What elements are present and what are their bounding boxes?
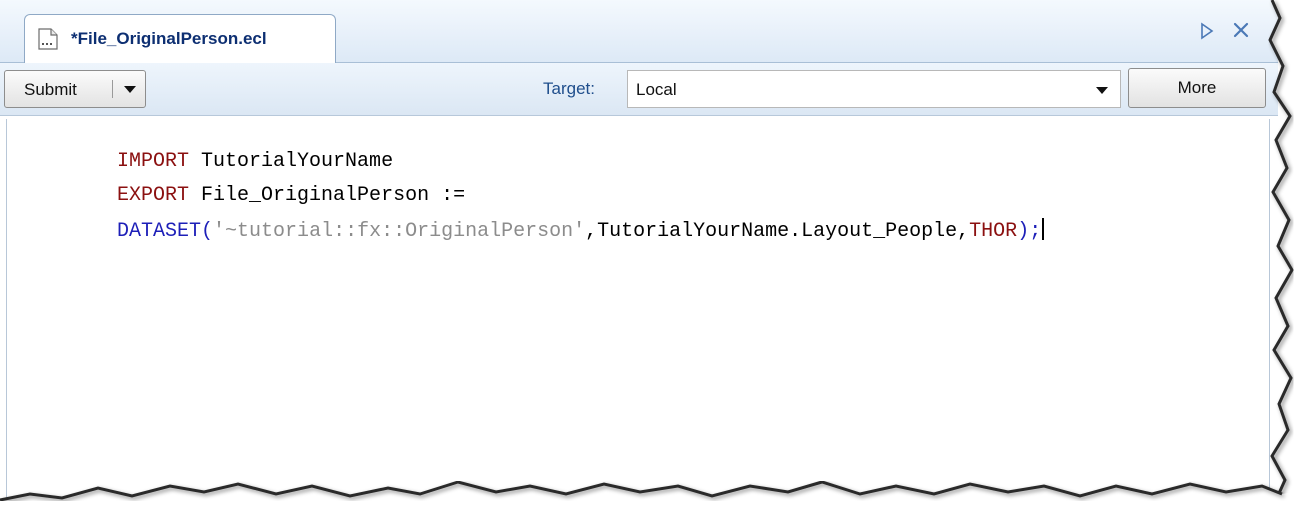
more-button[interactable]: More bbox=[1128, 68, 1266, 108]
split-divider bbox=[112, 80, 113, 98]
triangle-right-icon[interactable] bbox=[1200, 22, 1214, 40]
punctuation-token: ); bbox=[1017, 220, 1042, 243]
editor-toolbar: Submit Target: Local More bbox=[0, 63, 1278, 116]
code-line: DATASET('~tutorial::fx::OriginalPerson',… bbox=[21, 195, 1045, 266]
code-token: ,TutorialYourName.Layout_People, bbox=[585, 220, 970, 243]
tab-title: *File_OriginalPerson.ecl bbox=[71, 29, 267, 48]
text-cursor bbox=[1042, 218, 1045, 240]
submit-split-button[interactable]: Submit bbox=[4, 70, 146, 108]
close-icon[interactable] bbox=[1232, 21, 1250, 39]
code-editor[interactable]: IMPORT TutorialYourName EXPORT File_Orig… bbox=[6, 119, 1270, 515]
target-label: Target: bbox=[543, 79, 595, 98]
punctuation-token: ( bbox=[201, 220, 214, 243]
target-select[interactable]: Local bbox=[627, 70, 1121, 108]
keyword-token: THOR bbox=[969, 220, 1018, 243]
ecl-editor-window: *File_OriginalPerson.ecl Submit Target: … bbox=[0, 0, 1278, 515]
dropdown-arrow-icon[interactable] bbox=[1094, 82, 1110, 98]
submit-button-label: Submit bbox=[24, 80, 77, 99]
target-value: Local bbox=[636, 80, 677, 99]
keyword-token: DATASET bbox=[117, 220, 202, 243]
screenshot-frame: *File_OriginalPerson.ecl Submit Target: … bbox=[0, 0, 1311, 515]
tab-strip: *File_OriginalPerson.ecl bbox=[0, 0, 1278, 63]
caret-down-icon[interactable] bbox=[119, 77, 141, 101]
tab-file-originalperson[interactable]: *File_OriginalPerson.ecl bbox=[24, 14, 336, 63]
string-token: '~tutorial::fx::OriginalPerson' bbox=[213, 220, 586, 243]
ecl-file-icon bbox=[38, 28, 58, 50]
